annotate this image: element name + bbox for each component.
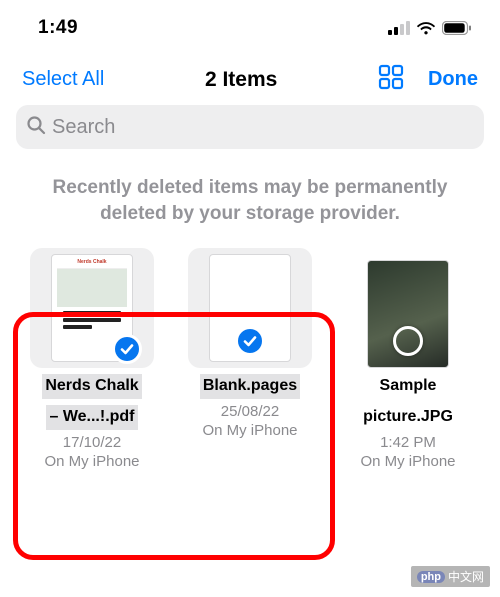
file-name-line1: Sample [377,374,440,399]
cellular-icon [388,21,410,35]
selected-check-icon [235,326,265,356]
status-icons [388,21,472,35]
file-item[interactable]: Sample picture.JPG 1:42 PM On My iPhone [336,250,480,470]
watermark-badge: php [417,571,445,583]
watermark: php 中文网 [411,566,490,587]
done-button[interactable]: Done [428,68,478,91]
view-grid-icon[interactable] [378,64,404,95]
file-name-line1: Nerds Chalk [42,374,141,399]
file-name-line1: Blank.pages [200,374,300,399]
file-item[interactable]: Nerds Chalk Nerds Chalk – We...!.pdf [20,250,164,470]
unselected-circle-icon [393,326,423,356]
files-grid: Nerds Chalk Nerds Chalk – We...!.pdf [0,236,500,470]
status-time: 1:49 [38,17,78,39]
file-thumbnail[interactable] [178,250,322,368]
file-location: On My iPhone [20,453,164,470]
battery-icon [442,21,472,35]
file-item[interactable]: Blank.pages 25/08/22 On My iPhone [178,250,322,470]
file-name-line2: picture.JPG [360,405,456,430]
search-icon [26,115,46,140]
file-thumbnail[interactable]: Nerds Chalk [20,250,164,368]
file-date: 17/10/22 [20,434,164,451]
deleted-info-text: Recently deleted items may be permanentl… [0,149,500,236]
search-input[interactable] [52,116,474,139]
file-name-line2: – We...!.pdf [46,405,137,430]
file-date: 1:42 PM [336,434,480,451]
thumb-logo-text: Nerds Chalk [77,259,106,265]
status-bar: 1:49 [0,0,500,48]
file-location: On My iPhone [178,422,322,439]
nav-bar: Select All 2 Items Done [0,48,500,105]
select-all-button[interactable]: Select All [22,68,104,91]
file-date: 25/08/22 [178,403,322,420]
file-thumbnail[interactable] [336,250,480,368]
page-title: 2 Items [205,68,277,92]
watermark-text: 中文网 [448,568,484,585]
file-location: On My iPhone [336,453,480,470]
search-bar[interactable] [16,105,484,149]
wifi-icon [416,21,436,35]
